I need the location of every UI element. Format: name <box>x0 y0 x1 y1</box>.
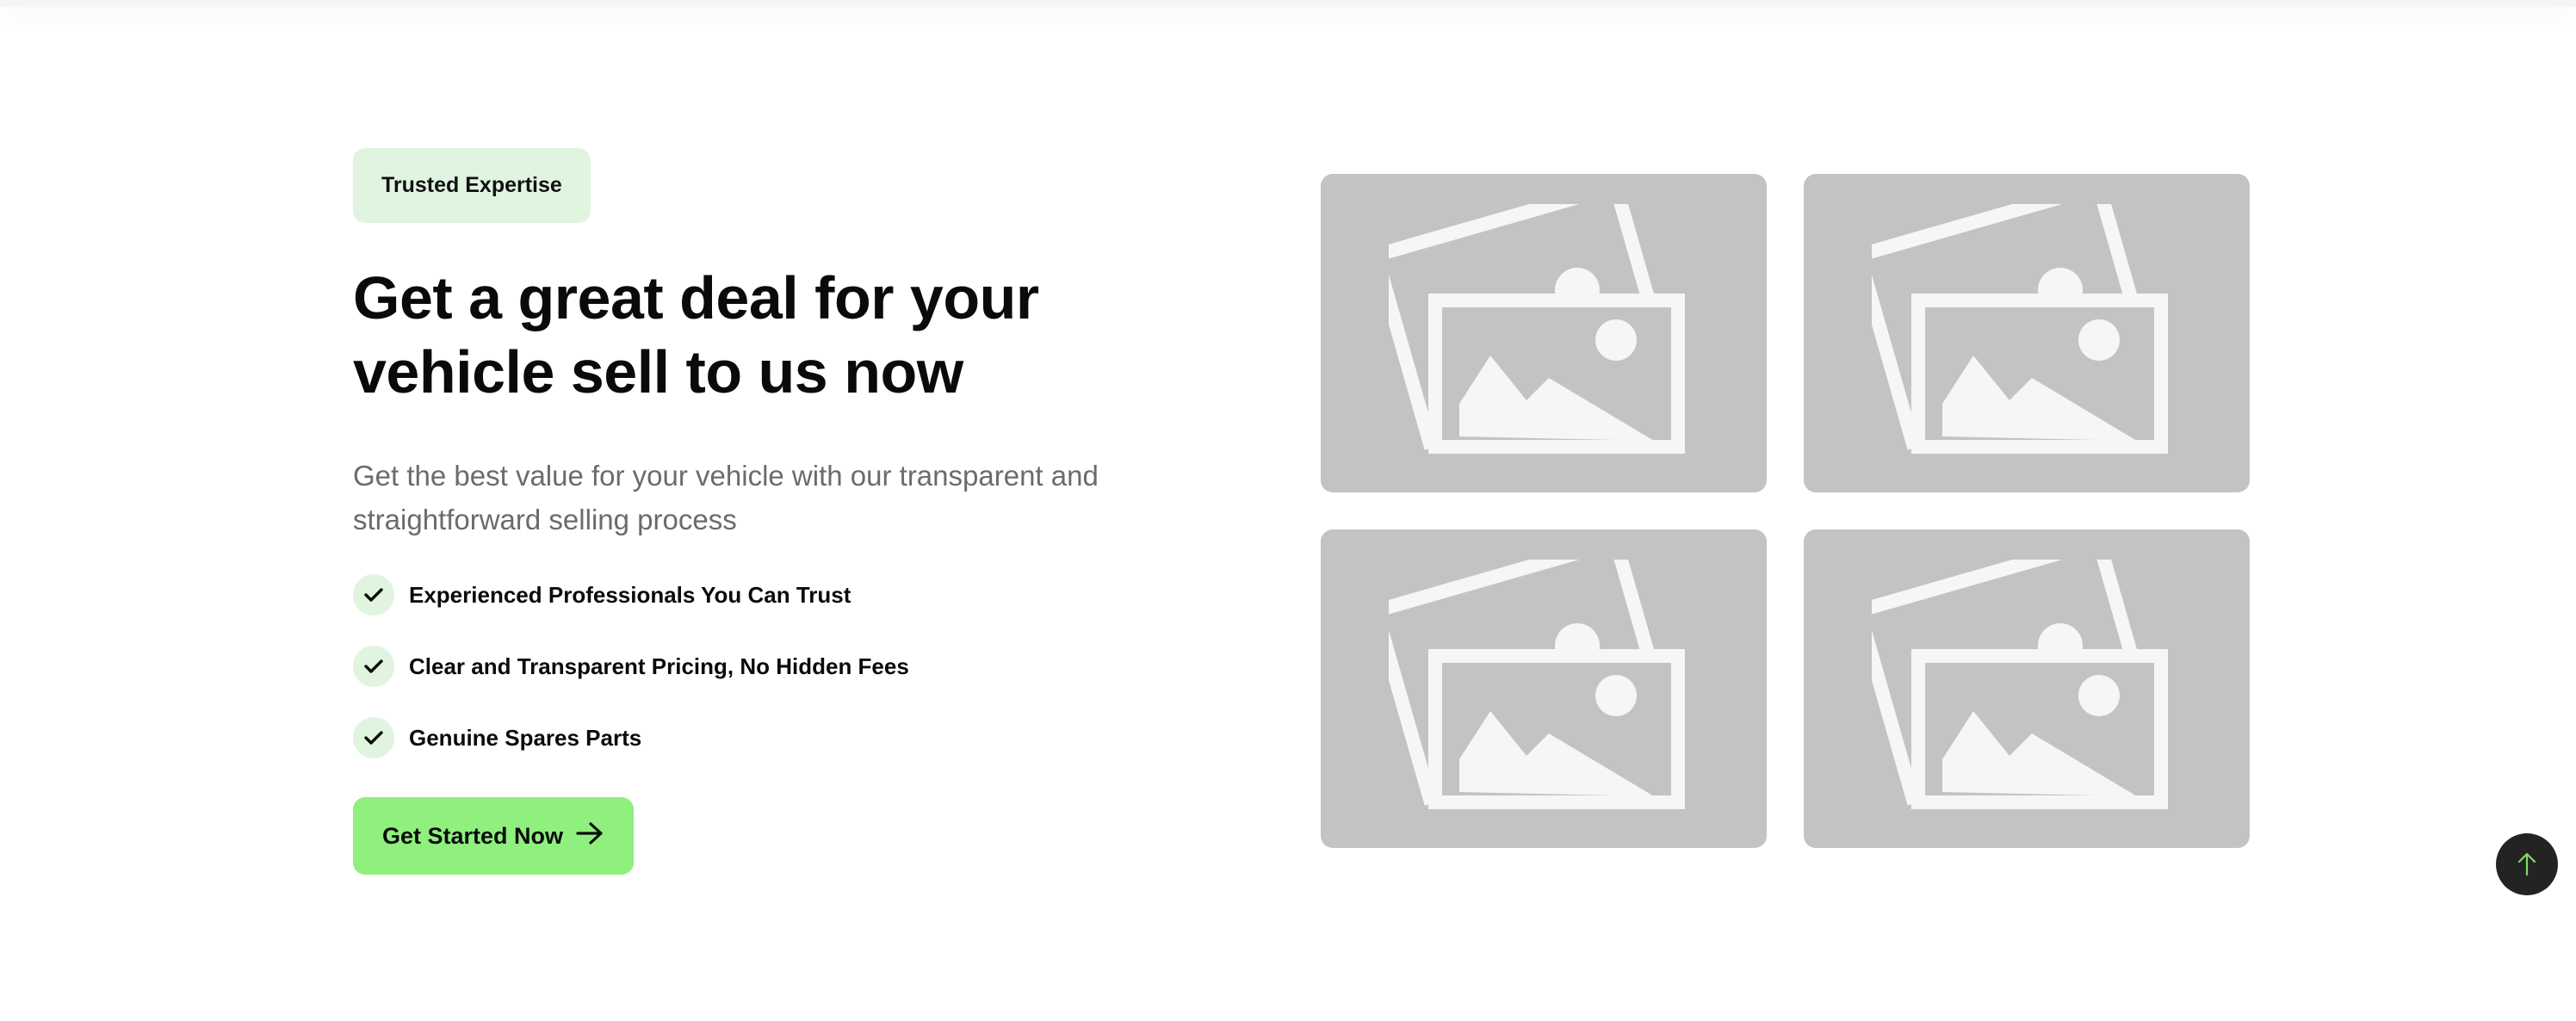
sell-vehicle-section: Trusted Expertise Get a great deal for y… <box>353 148 1128 875</box>
section-heading: Get a great deal for your vehicle sell t… <box>353 264 1039 405</box>
check-icon <box>353 717 394 758</box>
check-icon <box>353 646 394 687</box>
feature-item: Experienced Professionals You Can Trust <box>353 574 1128 616</box>
gallery-image-2 <box>1804 174 2250 492</box>
get-started-label: Get Started Now <box>381 822 564 849</box>
feature-label: Clear and Transparent Pricing, No Hidden… <box>409 653 909 679</box>
section-subtext: Get the best value for your vehicle with… <box>353 460 1099 535</box>
gallery-image-1 <box>1321 174 1767 492</box>
image-gallery <box>1321 174 2251 849</box>
gallery-image-4 <box>1804 529 2250 848</box>
image-placeholder-icon <box>1872 560 2168 809</box>
check-icon <box>353 574 394 616</box>
header-shadow-strip <box>0 0 2576 7</box>
feature-label: Genuine Spares Parts <box>409 724 642 751</box>
arrow-up-icon <box>2517 852 2536 876</box>
feature-item: Genuine Spares Parts <box>353 717 1128 758</box>
gallery-image-3 <box>1321 529 1767 848</box>
back-to-top-button[interactable] <box>2496 833 2558 895</box>
feature-list: Experienced Professionals You Can Trust … <box>353 574 1128 758</box>
image-placeholder-icon <box>1389 204 1685 454</box>
arrow-right-icon <box>575 821 604 851</box>
image-placeholder-icon <box>1389 560 1685 809</box>
image-placeholder-icon <box>1872 204 2168 454</box>
feature-label: Experienced Professionals You Can Trust <box>409 581 851 608</box>
feature-item: Clear and Transparent Pricing, No Hidden… <box>353 646 1128 687</box>
section-badge: Trusted Expertise <box>353 148 591 223</box>
get-started-button[interactable]: Get Started Now <box>353 797 634 875</box>
